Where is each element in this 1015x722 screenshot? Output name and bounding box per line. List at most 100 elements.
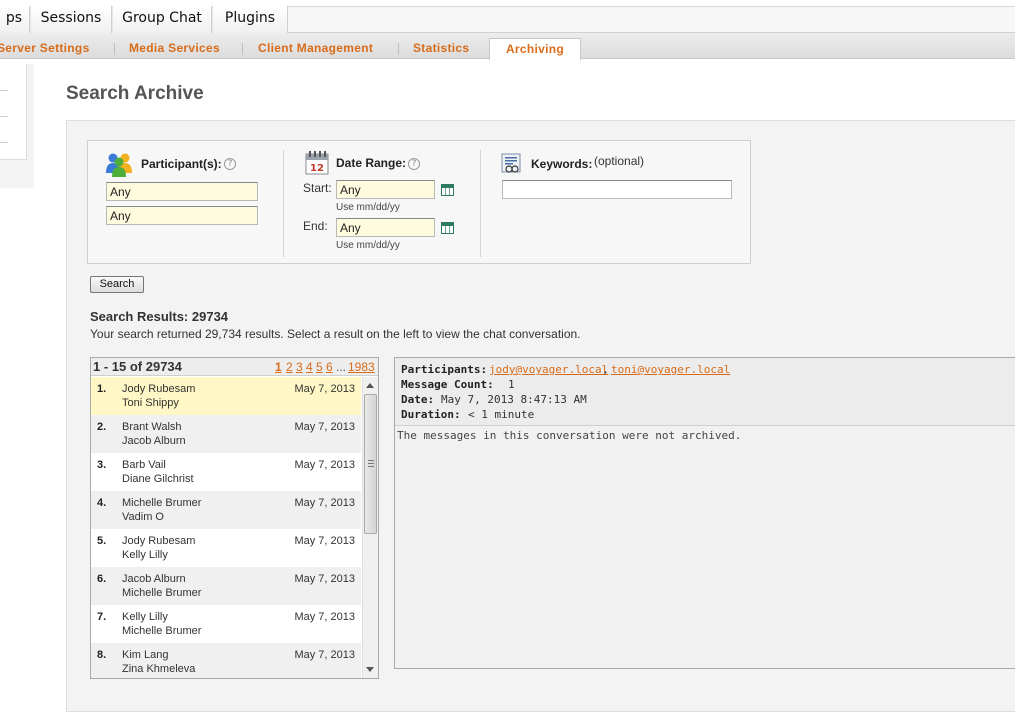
keywords-label: Keywords: — [531, 157, 593, 171]
scroll-up-arrow-icon[interactable] — [366, 383, 374, 388]
scrollbar-grip — [368, 466, 374, 467]
tab-group-chat[interactable]: Group Chat — [112, 6, 212, 33]
result-date: May 7, 2013 — [294, 497, 355, 509]
result-participant-1: Barb Vail — [122, 459, 166, 471]
results-scrollbar[interactable] — [362, 377, 378, 678]
participant-1-input[interactable]: Any — [106, 182, 258, 201]
result-participant-2: Michelle Brumer — [122, 587, 202, 599]
result-date: May 7, 2013 — [294, 649, 355, 661]
participants-help-icon[interactable]: ? — [224, 158, 236, 170]
result-participant-1: Kim Lang — [122, 649, 169, 661]
result-row[interactable]: 7. Kelly Lilly Michelle Brumer May 7, 20… — [91, 605, 361, 643]
subtab-server-settings[interactable]: Server Settings — [0, 41, 90, 55]
result-participant-2: Kelly Lilly — [122, 549, 168, 561]
conversation-detail-header: Participants: jody@voyager.local , toni@… — [395, 358, 1015, 426]
detail-duration-label: Duration: — [401, 408, 461, 421]
detail-participants-label: Participants: — [401, 363, 488, 376]
page-link-5[interactable]: 5 — [316, 360, 323, 374]
detail-participant-separator: , — [602, 363, 609, 376]
result-row[interactable]: 4. Michelle Brumer Vadim O May 7, 2013 — [91, 491, 361, 529]
result-row[interactable]: 5. Jody Rubesam Kelly Lilly May 7, 2013 — [91, 529, 361, 567]
result-participant-2: Michelle Brumer — [122, 625, 202, 637]
page-link-1[interactable]: 1 — [275, 360, 282, 374]
page-title: Search Archive — [66, 83, 204, 104]
scrollbar-thumb[interactable] — [364, 394, 377, 534]
result-date: May 7, 2013 — [294, 459, 355, 471]
tab-sessions[interactable]: Sessions — [30, 6, 112, 33]
page-link-3[interactable]: 3 — [296, 360, 303, 374]
detail-message-count-label: Message Count: — [401, 378, 494, 391]
keywords-input[interactable] — [502, 180, 732, 199]
tab-groups[interactable]: ps — [0, 6, 30, 33]
result-date: May 7, 2013 — [294, 421, 355, 433]
result-number: 5. — [97, 535, 107, 547]
result-participant-2: Jacob Alburn — [122, 435, 186, 447]
detail-participant-b-link[interactable]: toni@voyager.local — [611, 363, 730, 376]
detail-message-count: 1 — [508, 378, 515, 391]
result-row[interactable]: 3. Barb Vail Diane Gilchrist May 7, 2013 — [91, 453, 361, 491]
detail-duration: < 1 minute — [468, 408, 535, 421]
result-number: 4. — [97, 497, 107, 509]
results-list-header: 1 - 15 of 29734 1 2 3 4 5 6 ... 1983 — [91, 358, 378, 376]
page-link-2[interactable]: 2 — [286, 360, 293, 374]
result-date: May 7, 2013 — [294, 573, 355, 585]
page-link-last[interactable]: 1983 — [348, 360, 375, 374]
subtab-client-management[interactable]: Client Management — [258, 41, 373, 55]
sidebar-divider — [0, 90, 8, 91]
top-tab-bar: ps Sessions Group Chat Plugins — [0, 6, 1015, 33]
subtab-statistics[interactable]: Statistics — [413, 41, 469, 55]
result-participant-2: Diane Gilchrist — [122, 473, 194, 485]
scroll-down-arrow-icon[interactable] — [366, 667, 374, 672]
scrollbar-grip — [368, 460, 374, 461]
result-row[interactable]: 2. Brant Walsh Jacob Alburn May 7, 2013 — [91, 415, 361, 453]
result-date: May 7, 2013 — [294, 611, 355, 623]
page-link-4[interactable]: 4 — [306, 360, 313, 374]
participant-2-input[interactable]: Any — [106, 206, 258, 225]
subtab-divider — [114, 43, 115, 55]
detail-message: The messages in this conversation were n… — [397, 429, 742, 442]
results-rows: 1. Jody Rubesam Toni Shippy May 7, 2013 … — [91, 377, 361, 678]
sidebar-divider — [0, 142, 8, 143]
result-participant-1: Jody Rubesam — [122, 535, 196, 547]
tab-plugins[interactable]: Plugins — [212, 6, 288, 33]
sidebar — [0, 64, 34, 188]
result-row[interactable]: 8. Kim Lang Zina Khmeleva May 7, 2013 — [91, 643, 361, 678]
result-row[interactable]: 1. Jody Rubesam Toni Shippy May 7, 2013 — [91, 377, 361, 415]
result-participant-2: Zina Khmeleva — [122, 663, 196, 675]
subtab-media-services[interactable]: Media Services — [129, 41, 220, 55]
criteria-divider — [283, 150, 284, 257]
end-date-label: End: — [303, 219, 328, 233]
start-date-picker-icon[interactable] — [441, 184, 454, 196]
svg-text:12: 12 — [310, 163, 324, 174]
sub-tab-bar: Server Settings Media Services Client Ma… — [0, 33, 1015, 60]
search-results-title: Search Results: 29734 — [90, 309, 229, 324]
participants-label: Participant(s): — [141, 157, 222, 171]
keywords-icon — [501, 153, 521, 173]
pager-ellipsis: ... — [336, 360, 347, 374]
results-list: 1 - 15 of 29734 1 2 3 4 5 6 ... 1983 1. … — [90, 357, 379, 679]
result-participant-2: Toni Shippy — [122, 397, 179, 409]
end-date-picker-icon[interactable] — [441, 222, 454, 234]
detail-date-label: Date: — [401, 393, 435, 406]
detail-participant-a-link[interactable]: jody@voyager.local — [489, 363, 608, 376]
conversation-detail-panel: Participants: jody@voyager.local , toni@… — [394, 357, 1015, 669]
result-participant-1: Kelly Lilly — [122, 611, 168, 623]
date-range-help-icon[interactable]: ? — [408, 158, 420, 170]
start-date-input[interactable]: Any — [336, 180, 435, 199]
end-date-input[interactable]: Any — [336, 218, 435, 237]
result-number: 6. — [97, 573, 107, 585]
subtab-archiving[interactable]: Archiving — [489, 38, 581, 60]
result-participant-2: Vadim O — [122, 511, 164, 523]
search-results-description: Your search returned 29,734 results. Sel… — [90, 327, 581, 341]
page-link-6[interactable]: 6 — [326, 360, 333, 374]
search-button[interactable]: Search — [90, 276, 144, 293]
result-number: 8. — [97, 649, 107, 661]
result-row[interactable]: 6. Jacob Alburn Michelle Brumer May 7, 2… — [91, 567, 361, 605]
keywords-optional-note: (optional) — [594, 154, 645, 168]
result-participant-1: Brant Walsh — [122, 421, 182, 433]
result-date: May 7, 2013 — [294, 535, 355, 547]
participants-icon — [106, 153, 132, 177]
subtab-divider — [398, 43, 399, 55]
detail-date: May 7, 2013 8:47:13 AM — [441, 393, 587, 406]
date-range-label: Date Range: — [336, 156, 407, 170]
